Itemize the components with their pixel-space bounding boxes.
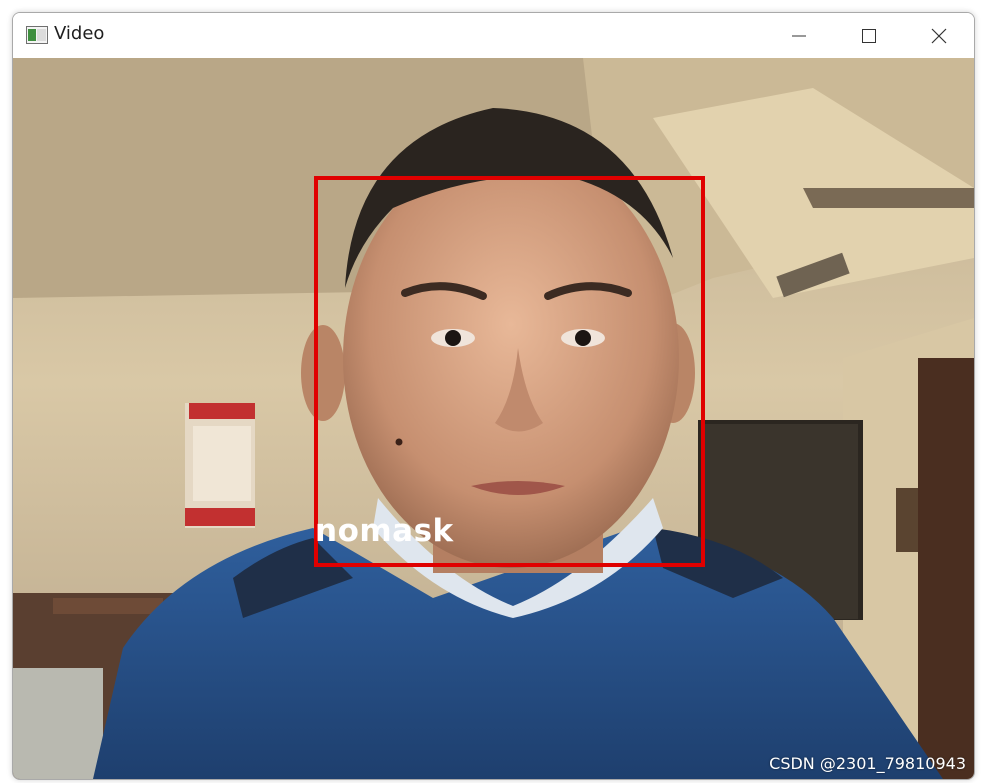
video-frame: nomask CSDN @2301_79810943	[13, 58, 974, 779]
watermark: CSDN @2301_79810943	[769, 754, 966, 773]
camera-image	[13, 58, 974, 779]
title-bar[interactable]: Video	[13, 13, 974, 58]
minimize-icon	[792, 35, 806, 36]
maximize-icon	[862, 28, 876, 43]
detection-label: nomask	[315, 513, 454, 549]
maximize-button[interactable]	[834, 13, 904, 58]
minimize-button[interactable]	[764, 13, 834, 58]
video-window: Video nomask CSDN @2301_79810943	[12, 12, 975, 780]
close-button[interactable]	[904, 13, 974, 58]
window-title: Video	[54, 23, 105, 44]
app-window-icon	[26, 26, 48, 44]
close-icon	[931, 28, 947, 43]
